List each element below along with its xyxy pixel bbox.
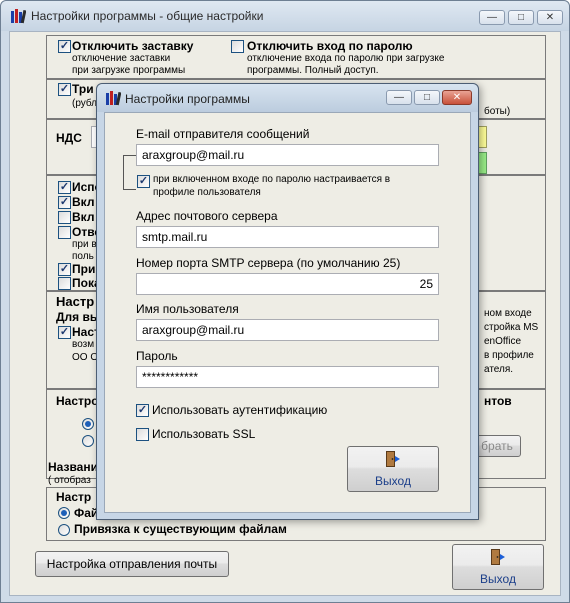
door-exit-icon xyxy=(384,450,402,471)
disable-splash-desc-2: при загрузке программы xyxy=(72,65,186,76)
mail-settings-button[interactable]: Настройка отправления почты xyxy=(35,551,229,577)
maximize-button[interactable]: □ xyxy=(508,10,534,25)
docs-section-heading: Настро xyxy=(56,394,99,408)
settings-section-sub: Для вы xyxy=(56,310,101,324)
settings-option-desc-2: ОО О xyxy=(72,352,99,363)
dialog-minimize-button[interactable]: — xyxy=(386,90,412,105)
close-button[interactable]: ✕ xyxy=(537,10,563,25)
settings-section-heading: Настр xyxy=(56,294,95,309)
use-ssl-label: Использовать SSL xyxy=(152,427,256,441)
port-field[interactable]: 25 xyxy=(136,273,439,295)
minimize-icon: — xyxy=(394,91,404,103)
option-5-checkbox[interactable]: ✓ xyxy=(58,263,71,276)
right-text-2: стройка MS xyxy=(484,322,539,333)
close-icon: ✕ xyxy=(452,91,462,103)
password-profile-checkbox[interactable]: ✓ xyxy=(137,175,150,188)
username-label: Имя пользователя xyxy=(136,302,239,316)
right-text-4: в профиле xyxy=(484,350,534,361)
mail-settings-button-label: Настройка отправления почты xyxy=(46,557,218,571)
three-desc: (рубл xyxy=(72,98,98,109)
dialog-exit-button[interactable]: Выход xyxy=(347,446,439,492)
disable-splash-label: Отключить заставку xyxy=(72,39,194,53)
main-title-bar[interactable]: Настройки программы - общие настройки — … xyxy=(1,1,569,31)
disable-password-label: Отключить вход по паролю xyxy=(247,39,413,53)
books-icon xyxy=(105,90,121,106)
disable-password-checkbox[interactable] xyxy=(231,40,244,53)
dialog-close-button[interactable]: ✕ xyxy=(442,90,472,105)
password-label: Пароль xyxy=(136,349,178,363)
right-text-5: ателя. xyxy=(484,364,514,375)
files-radio-first-label: Фай xyxy=(74,506,99,520)
files-radio-second-label: Привязка к существующим файлам xyxy=(74,522,287,536)
disable-splash-desc-1: отключение заставки xyxy=(72,53,171,64)
option-4-desc-2: поль xyxy=(72,251,94,262)
use-auth-label: Использовать аутентификацию xyxy=(152,403,328,417)
use-ssl-checkbox[interactable] xyxy=(136,428,149,441)
bracket-connector xyxy=(123,155,136,190)
main-exit-button-label: Выход xyxy=(480,572,516,586)
main-window-title: Настройки программы - общие настройки xyxy=(31,9,264,23)
maximize-icon: □ xyxy=(423,91,431,103)
name-label: Названи xyxy=(48,460,98,474)
mail-settings-dialog: Настройки программы — □ ✕ E-mail отправи… xyxy=(96,83,479,520)
option-2-label: Вкл xyxy=(72,195,95,209)
docs-section-right: нтов xyxy=(484,394,512,408)
minimize-icon: — xyxy=(487,11,497,23)
email-field[interactable]: araxgroup@mail.ru xyxy=(136,144,439,166)
books-icon xyxy=(10,8,26,24)
dialog-title: Настройки программы xyxy=(125,92,250,106)
three-right-text: боты) xyxy=(484,106,511,117)
docs-radio-1[interactable] xyxy=(82,418,94,430)
right-text-3: enOffice xyxy=(484,336,522,347)
option-1-checkbox[interactable]: ✓ xyxy=(58,181,71,194)
select-button-label: брать xyxy=(481,439,513,453)
dialog-client-area: E-mail отправителя сообщений araxgroup@m… xyxy=(104,112,471,513)
disable-password-desc-2: программы. Полный доступ. xyxy=(247,65,379,76)
disable-password-desc-1: отключение входа по паролю при загрузке xyxy=(247,53,445,64)
option-2-checkbox[interactable]: ✓ xyxy=(58,196,71,209)
docs-radio-2[interactable] xyxy=(82,435,94,447)
files-radio-second[interactable] xyxy=(58,524,70,536)
vat-color-green xyxy=(478,152,487,174)
select-button[interactable]: брать xyxy=(473,435,521,457)
files-section-heading: Настр xyxy=(56,490,92,504)
option-3-label: Вкл xyxy=(72,210,95,224)
door-exit-icon xyxy=(489,548,507,569)
option-6-checkbox[interactable] xyxy=(58,277,71,290)
password-field[interactable]: ************ xyxy=(136,366,439,388)
option-4-desc-1: при в xyxy=(72,239,97,250)
server-field[interactable]: smtp.mail.ru xyxy=(136,226,439,248)
password-profile-text-2: профиле пользователя xyxy=(153,187,261,198)
vat-label: НДС xyxy=(56,131,82,145)
three-checkbox[interactable]: ✓ xyxy=(58,83,71,96)
option-5-label: При xyxy=(72,262,96,276)
dialog-exit-button-label: Выход xyxy=(375,474,411,488)
files-radio-first[interactable] xyxy=(58,507,70,519)
right-text-1: ном входе xyxy=(484,308,532,319)
close-icon: ✕ xyxy=(545,11,555,23)
email-label: E-mail отправителя сообщений xyxy=(136,127,310,141)
settings-option-checkbox[interactable]: ✓ xyxy=(58,326,71,339)
minimize-button[interactable]: — xyxy=(479,10,505,25)
settings-option-desc-1: возм xyxy=(72,339,95,350)
name-hint: ( отобраз xyxy=(48,475,91,486)
vat-color-yellow xyxy=(478,126,487,148)
main-exit-button[interactable]: Выход xyxy=(452,544,544,590)
username-field[interactable]: araxgroup@mail.ru xyxy=(136,319,439,341)
disable-splash-checkbox[interactable]: ✓ xyxy=(58,40,71,53)
option-3-checkbox[interactable] xyxy=(58,211,71,224)
dialog-maximize-button[interactable]: □ xyxy=(414,90,440,105)
option-4-checkbox[interactable] xyxy=(58,226,71,239)
server-label: Адрес почтового сервера xyxy=(136,209,278,223)
three-label: Три xyxy=(72,82,94,96)
use-auth-checkbox[interactable]: ✓ xyxy=(136,404,149,417)
dialog-title-bar[interactable]: Настройки программы — □ ✕ xyxy=(97,84,478,112)
password-profile-text-1: при включенном входе по паролю настраива… xyxy=(153,174,391,185)
maximize-icon: □ xyxy=(517,11,525,23)
port-label: Номер порта SMTP сервера (по умолчанию 2… xyxy=(136,256,401,270)
